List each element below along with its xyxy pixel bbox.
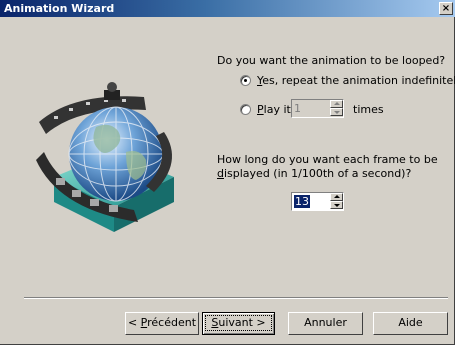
play-count-spinner[interactable]: 1 [291,99,344,118]
frame-question-line1: How long do you want each frame to be [217,153,438,166]
separator [24,297,448,299]
animation-wizard-window: Animation Wizard × Do you want the anima… [0,0,455,345]
close-button[interactable]: × [439,2,453,15]
globe-with-film-reel-icon [36,82,174,232]
title-bar: Animation Wizard × [0,0,455,17]
spin-down-icon[interactable] [330,108,343,116]
back-button[interactable]: < Précédent [125,312,199,335]
close-icon: × [441,3,451,14]
help-button[interactable]: Aide [373,312,448,335]
radio-repeat-label[interactable]: Yes, repeat the animation indefinitely [257,74,455,87]
times-label: times [353,103,384,116]
radio-play-label[interactable]: Play it [257,103,291,116]
frame-duration-spinner[interactable]: 13 [291,192,344,211]
window-title: Animation Wizard [4,2,115,15]
spin-up-icon[interactable] [330,193,343,201]
play-count-value: 1 [294,102,301,115]
cancel-button[interactable]: Annuler [288,312,363,335]
loop-question: Do you want the animation to be looped? [217,54,446,67]
radio-repeat-indefinitely[interactable] [240,75,251,86]
frame-duration-value: 13 [294,195,310,208]
frame-question-line2: displayed (in 1/100th of a second)? [217,167,412,180]
spin-down-icon[interactable] [330,201,343,209]
spin-up-icon[interactable] [330,100,343,108]
next-button[interactable]: Suivant > [202,312,275,335]
radio-play-it[interactable] [240,104,251,115]
